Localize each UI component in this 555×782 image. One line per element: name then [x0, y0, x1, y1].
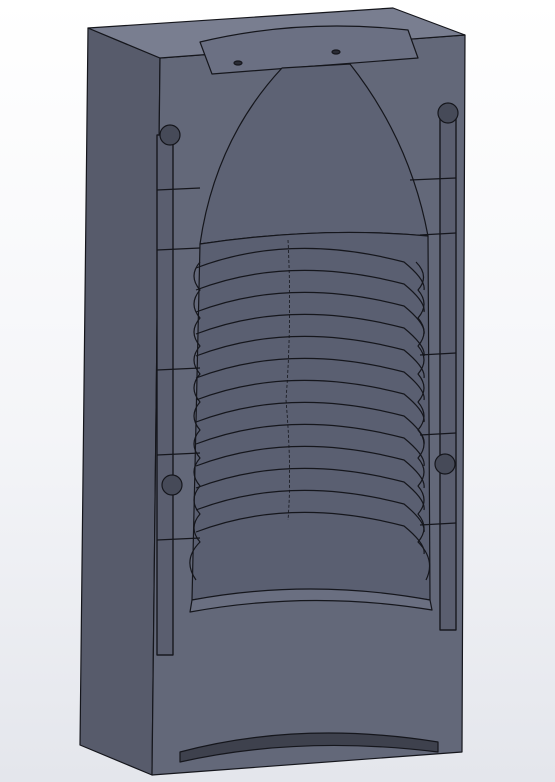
mold-model-svg	[79, 7, 466, 776]
bellows-cavity	[191, 231, 431, 601]
pin-hole-upper-left	[159, 124, 181, 146]
pin-hole-lower-right	[434, 453, 456, 475]
pin-hole-top-left	[233, 60, 243, 66]
pin-hole-top-right	[331, 49, 341, 55]
mold-side-face	[79, 27, 161, 776]
mold-half-model	[79, 7, 466, 776]
cad-viewport[interactable]	[0, 0, 555, 782]
pin-hole-lower-left	[161, 474, 183, 496]
pin-hole-upper-right	[437, 102, 459, 124]
